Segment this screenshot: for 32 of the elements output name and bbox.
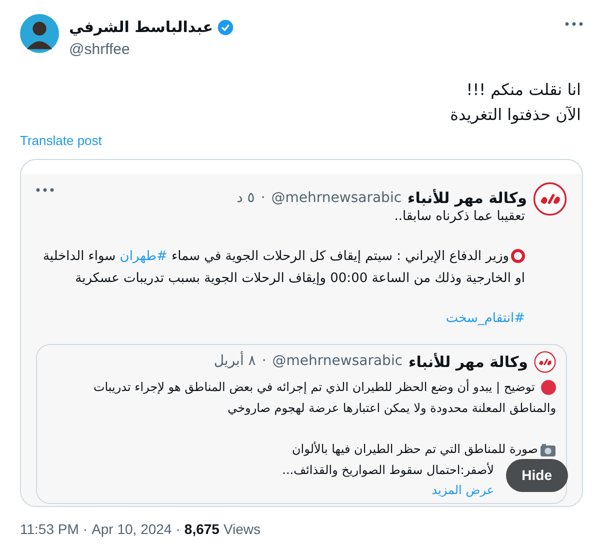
post-text: الآن حذفتوا التغريدة: [450, 104, 581, 126]
post-time[interactable]: ٥ د: [236, 188, 255, 209]
separator: ·: [176, 520, 180, 539]
separator: ·: [260, 189, 266, 208]
logo-icon: [533, 182, 567, 216]
author-handle[interactable]: @shrffee: [69, 38, 234, 61]
post-date[interactable]: Apr 10, 2024: [92, 519, 172, 540]
camera-icon: [540, 442, 556, 457]
quoted-paragraph: وزير الدفاع الإيراني : سيتم إيقاف كل الرحلات الجوية في سماء #طهران سواء الداخلية او الخارجية وذلك من الساعة 00:00 وإيقاف الرحلات الجوية بسبب تدريبات عسكرية: [42, 248, 525, 288]
separator: ·: [82, 520, 88, 539]
nested-text-line: توضيح | يبدو أن وضع الحظر للطيران الذي تم إجرائه في بعض المناطق هو لإجراء تدريبات والمناطق المعلنة محدودة ولا يمكن اعتبارها عرضة لهجوم صاروخي: [92, 378, 556, 417]
logo-icon: [534, 350, 556, 373]
post-time[interactable]: ٨ أبريل: [214, 351, 256, 372]
separator: ·: [262, 352, 266, 372]
more-icon[interactable]: [565, 22, 583, 26]
views-label: Views: [223, 520, 261, 539]
nested-text-line: لأصفر:احتمال سقوط الصواريخ والقذائف...: [282, 462, 494, 479]
author-handle[interactable]: @mehrnewsarabic: [272, 351, 403, 372]
author-name[interactable]: عبدالباسط الشرفي: [69, 16, 213, 38]
post-text: انا نقلت منكم !!!: [466, 79, 581, 101]
more-icon[interactable]: [36, 188, 54, 192]
avatar-icon[interactable]: [20, 14, 59, 53]
author-name[interactable]: وكالة مهر للأنباء: [408, 187, 527, 210]
quoted-paragraph: تعقيبا عما ذكرناه سابقا..: [394, 208, 525, 226]
post-time[interactable]: 11:53 PM: [20, 519, 79, 540]
author-name[interactable]: وكالة مهر للأنباء: [408, 350, 528, 373]
nested-text-line: صورة للمناطق التي تم حظر الطيران فيها بالألوان: [292, 439, 556, 460]
ring-icon: [511, 248, 525, 263]
translate-link[interactable]: Translate post: [20, 131, 102, 150]
quoted-post-card[interactable]: [20, 158, 583, 507]
views-count: 8,675: [184, 520, 220, 539]
author-handle[interactable]: @mehrnewsarabic: [271, 188, 402, 209]
